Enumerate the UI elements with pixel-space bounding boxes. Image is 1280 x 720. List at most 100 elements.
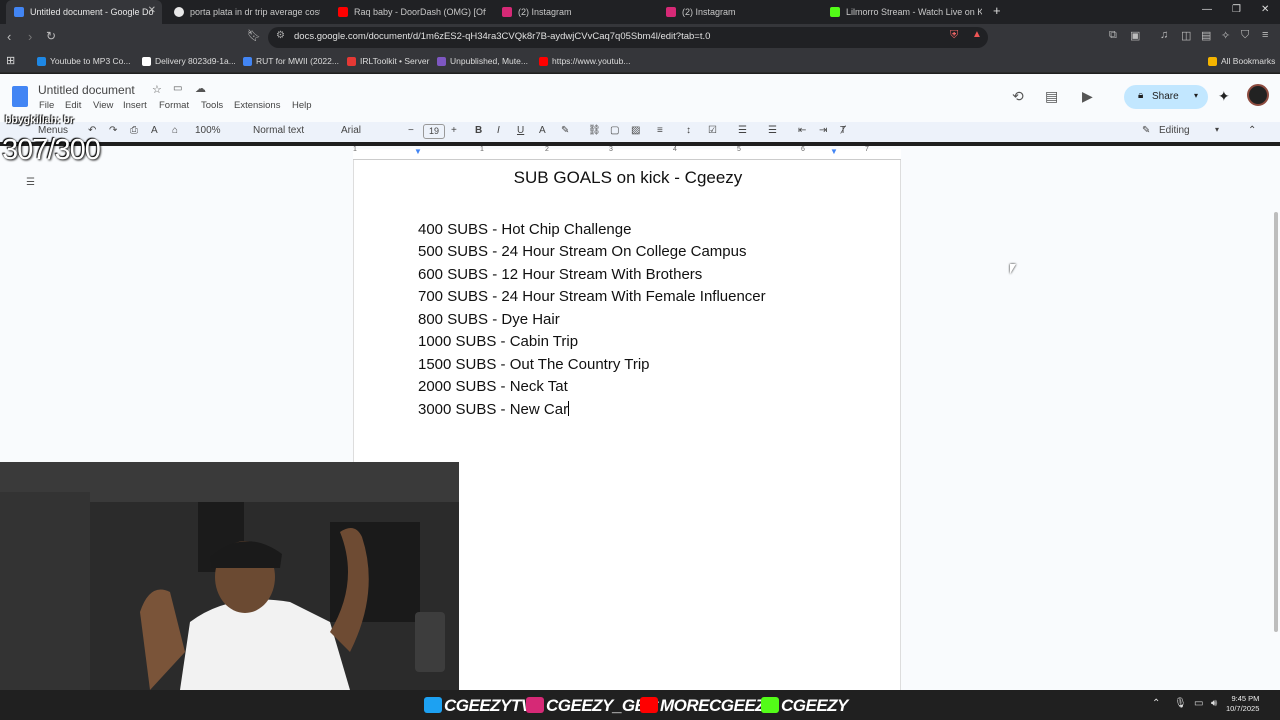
highlight-icon[interactable]: ✎ <box>561 125 569 136</box>
tab-instagram-1[interactable]: (2) Instagram <box>494 0 650 24</box>
menu-edit[interactable]: Edit <box>65 100 81 111</box>
italic-icon[interactable]: I <box>497 125 500 136</box>
tab-google-doc[interactable]: Untitled document - Google Do ✕ <box>6 0 162 24</box>
goal-line[interactable]: 500 SUBS - 24 Hour Stream On College Cam… <box>418 243 746 260</box>
close-tab-icon[interactable]: ✕ <box>148 5 156 16</box>
tab-instagram-2[interactable]: (2) Instagram <box>658 0 814 24</box>
bookmark-icon[interactable]: 🔖︎ <box>247 29 261 42</box>
new-tab-icon[interactable]: + <box>993 3 1001 18</box>
share-button[interactable]: 🔒︎ Share ▾ <box>1124 85 1208 109</box>
decrease-indent-icon[interactable]: ⇤ <box>798 125 806 136</box>
goal-line[interactable]: 400 SUBS - Hot Chip Challenge <box>418 221 631 238</box>
underline-icon[interactable]: U <box>517 125 524 136</box>
left-indent-marker[interactable]: ▼ <box>414 147 422 156</box>
spellcheck-icon[interactable]: A <box>151 125 158 136</box>
microphone-icon[interactable]: 🎙︎ <box>1174 698 1187 709</box>
goal-line[interactable]: 700 SUBS - 24 Hour Stream With Female In… <box>418 288 766 305</box>
star-icon[interactable]: ☆ <box>152 83 162 96</box>
line-spacing-icon[interactable]: ↕ <box>686 125 691 136</box>
comments-icon[interactable]: ▤ <box>1045 88 1058 105</box>
goal-line[interactable]: 600 SUBS - 12 Hour Stream With Brothers <box>418 266 702 283</box>
menu-icon[interactable]: ≡ <box>1262 29 1268 41</box>
clear-formatting-icon[interactable]: Ⱦ <box>840 125 846 136</box>
volume-icon[interactable]: 🔊︎ <box>1211 698 1217 709</box>
collapse-menus-icon[interactable]: ⌃ <box>1248 125 1256 136</box>
leo-icon[interactable]: ✧ <box>1221 29 1230 42</box>
goal-line[interactable]: 2000 SUBS - Neck Tat <box>418 378 568 395</box>
screenshot-icon[interactable]: ▣ <box>1130 29 1140 42</box>
increase-indent-icon[interactable]: ⇥ <box>819 125 827 136</box>
menu-insert[interactable]: Insert <box>123 100 147 111</box>
url-bar[interactable]: ⚙ docs.google.com/document/d/1m6zES2-qH3… <box>268 27 988 48</box>
media-icon[interactable]: ♫ <box>1160 29 1168 41</box>
checklist-icon[interactable]: ☑ <box>708 125 717 136</box>
tab-youtube[interactable]: Raq baby - DoorDash (OMG) [Offici <box>330 0 486 24</box>
right-indent-marker[interactable]: ▼ <box>830 147 838 156</box>
tab-kick[interactable]: Lilmorro Stream - Watch Live on Kick <box>822 0 982 24</box>
bookmark-item[interactable]: Unpublished, Mute... <box>437 56 528 66</box>
increase-font-icon[interactable]: + <box>451 125 457 136</box>
editing-mode[interactable]: Editing <box>1159 125 1190 136</box>
scrollbar[interactable] <box>1274 212 1278 632</box>
style-select[interactable]: Normal text <box>253 125 304 136</box>
network-icon[interactable]: ▭ <box>1194 698 1203 709</box>
gemini-icon[interactable]: ✦ <box>1218 88 1230 105</box>
menu-view[interactable]: View <box>93 100 113 111</box>
bold-icon[interactable]: B <box>475 125 482 136</box>
bookmark-item[interactable]: https://www.youtub... <box>539 56 630 66</box>
goal-line[interactable]: 1500 SUBS - Out The Country Trip <box>418 356 650 373</box>
paint-format-icon[interactable]: ⌂ <box>172 125 178 136</box>
version-history-icon[interactable]: ⟲ <box>1012 88 1024 105</box>
redo-icon[interactable]: ↷ <box>109 125 117 136</box>
chevron-down-icon[interactable]: ▾ <box>1194 91 1198 100</box>
tray-chevron-icon[interactable]: ⌃ <box>1152 698 1160 709</box>
link-icon[interactable]: ⛓ <box>588 125 601 136</box>
google-docs-logo-icon[interactable] <box>12 86 28 107</box>
bookmark-item[interactable]: RUT for MWII (2022... <box>243 56 339 66</box>
image-icon[interactable]: ▨ <box>631 125 640 136</box>
bookmark-item[interactable]: Youtube to MP3 Co... <box>37 56 131 66</box>
sidebar-icon[interactable]: ◫ <box>1181 29 1191 42</box>
menu-extensions[interactable]: Extensions <box>234 100 280 111</box>
close-window-icon[interactable]: ✕ <box>1261 4 1269 15</box>
back-icon[interactable]: ‹ <box>7 29 11 44</box>
goal-line-last[interactable]: 3000 SUBS - New Car <box>418 401 570 418</box>
document-heading[interactable]: SUB GOALS on kick - Cgeezy <box>354 168 902 188</box>
font-size-input[interactable]: 19 <box>423 124 445 139</box>
align-icon[interactable]: ≡ <box>657 125 663 136</box>
tab-search[interactable]: porta plata in dr trip average cost - B <box>166 0 320 24</box>
decrease-font-icon[interactable]: − <box>408 125 414 136</box>
comment-icon[interactable]: ▢ <box>610 125 619 136</box>
brave-shield-icon[interactable]: ⛨ <box>950 29 958 42</box>
extensions-icon[interactable]: ⧉ <box>1109 29 1117 42</box>
goal-line[interactable]: 800 SUBS - Dye Hair <box>418 311 560 328</box>
goal-line[interactable]: 1000 SUBS - Cabin Trip <box>418 333 578 350</box>
bookmark-item[interactable]: Delivery 8023d9-1a... <box>142 56 236 66</box>
avatar[interactable] <box>1247 84 1269 106</box>
document-outline-icon[interactable]: ☰ <box>26 177 35 188</box>
wallet-icon[interactable]: ▤ <box>1201 29 1211 42</box>
zoom-select[interactable]: 100% <box>195 125 221 136</box>
maximize-icon[interactable]: ❐ <box>1232 4 1241 15</box>
all-bookmarks[interactable]: All Bookmarks <box>1208 56 1275 66</box>
apps-icon[interactable]: ⊞ <box>6 54 15 67</box>
menu-tools[interactable]: Tools <box>201 100 223 111</box>
text-color-icon[interactable]: A <box>539 125 546 136</box>
vpn-icon[interactable]: ⛉ <box>1241 29 1249 42</box>
forward-icon[interactable]: › <box>28 29 32 44</box>
reload-icon[interactable]: ↻ <box>46 29 56 43</box>
minimize-icon[interactable]: — <box>1202 4 1212 15</box>
rewards-icon[interactable]: ▲ <box>972 29 982 40</box>
numbered-list-icon[interactable]: ☰ <box>768 125 777 136</box>
print-icon[interactable]: ⎙ <box>130 125 138 136</box>
meet-icon[interactable]: ▶ <box>1082 88 1093 105</box>
bookmark-item[interactable]: IRLToolkit • Server <box>347 56 429 66</box>
site-info-icon[interactable]: ⚙ <box>276 30 285 41</box>
menu-file[interactable]: File <box>39 100 54 111</box>
menu-format[interactable]: Format <box>159 100 189 111</box>
bullet-list-icon[interactable]: ☰ <box>738 125 747 136</box>
font-select[interactable]: Arial <box>341 125 361 136</box>
chevron-down-icon[interactable]: ▾ <box>1215 125 1219 134</box>
move-folder-icon[interactable]: ▭ <box>173 83 182 94</box>
system-clock[interactable]: 9:45 PM 10/7/2025 <box>1226 694 1259 714</box>
